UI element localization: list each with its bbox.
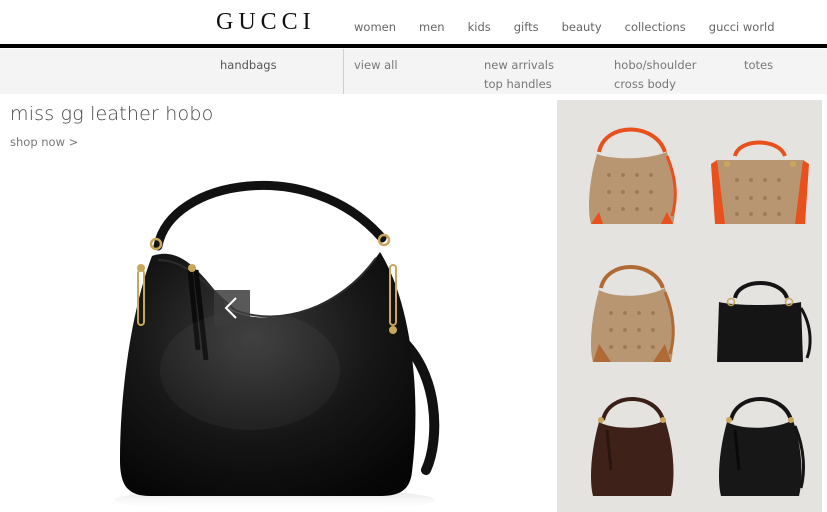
- nav-gucci-world[interactable]: gucci world: [709, 20, 775, 34]
- nav-gifts[interactable]: gifts: [514, 20, 539, 34]
- nav-beauty[interactable]: beauty: [562, 20, 602, 34]
- chevron-left-icon: [224, 297, 237, 319]
- header-divider: [0, 44, 827, 48]
- hero-title: miss gg leather hobo: [10, 103, 214, 125]
- subnav-category-title: handbags: [220, 58, 277, 72]
- subnav-top-handles[interactable]: top handles: [484, 77, 552, 91]
- handbags-subnav: handbags view all new arrivals top handl…: [0, 49, 827, 94]
- subnav-cross-body[interactable]: cross body: [614, 77, 676, 91]
- gucci-logo[interactable]: GUCCI: [216, 9, 316, 36]
- brown-guccissima-hobo-icon: [591, 397, 674, 496]
- gg-canvas-orange-hobo-icon: [589, 127, 677, 224]
- shop-now-link[interactable]: shop now >: [10, 135, 78, 149]
- black-leather-top-handle-icon: [717, 281, 812, 362]
- subnav-divider: [343, 49, 344, 94]
- product-thumb-6[interactable]: [705, 390, 815, 500]
- product-thumb-4[interactable]: [705, 258, 815, 368]
- subnav-hobo-shoulder[interactable]: hobo/shoulder: [614, 58, 696, 72]
- product-thumb-1[interactable]: [577, 120, 687, 230]
- product-grid: [557, 100, 822, 512]
- product-thumb-3[interactable]: [577, 258, 687, 368]
- main-nav: women men kids gifts beauty collections …: [354, 20, 798, 34]
- carousel-prev-button[interactable]: [214, 290, 250, 326]
- black-leather-hobo-icon: [115, 180, 440, 512]
- site-header: GUCCI women men kids gifts beauty collec…: [0, 0, 827, 44]
- product-thumb-5[interactable]: [577, 390, 687, 500]
- subnav-totes[interactable]: totes: [744, 58, 773, 72]
- product-thumb-2[interactable]: [705, 120, 815, 230]
- gg-canvas-brown-hobo-icon: [591, 265, 675, 362]
- nav-kids[interactable]: kids: [468, 20, 491, 34]
- subnav-view-all[interactable]: view all: [354, 58, 398, 72]
- nav-collections[interactable]: collections: [625, 20, 686, 34]
- nav-men[interactable]: men: [419, 20, 445, 34]
- black-guccissima-hobo-icon: [719, 397, 805, 496]
- hero-bag-image[interactable]: [110, 160, 450, 512]
- nav-women[interactable]: women: [354, 20, 396, 34]
- subnav-new-arrivals[interactable]: new arrivals: [484, 58, 554, 72]
- gg-canvas-orange-top-handle-icon: [711, 140, 809, 224]
